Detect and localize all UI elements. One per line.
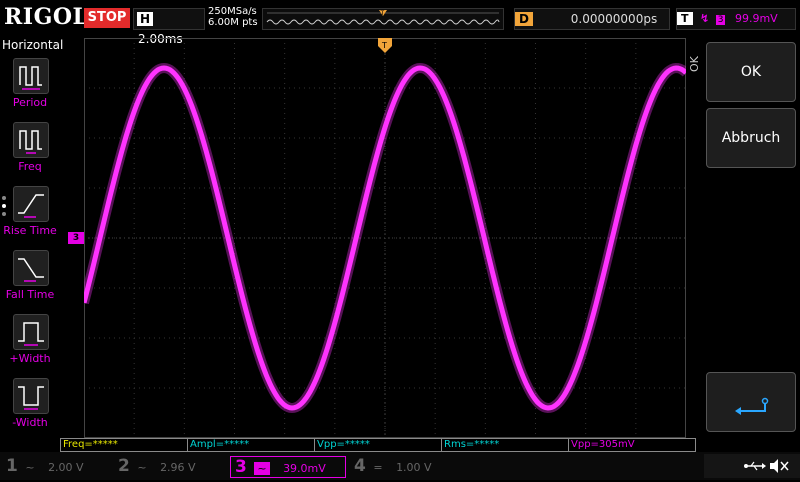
- menu-item-pos-width[interactable]: +Width: [0, 312, 60, 376]
- measurement-ampl[interactable]: Ampl=*****: [187, 438, 315, 452]
- waveform-display[interactable]: [79, 37, 690, 439]
- channel-scale: 2.96 V: [160, 461, 196, 474]
- trigger-edge-icon: ↯: [700, 12, 710, 25]
- rise-time-icon: [13, 186, 49, 222]
- channel-1[interactable]: 1 ~ 2.00 V: [2, 456, 114, 476]
- measurement-vpp2[interactable]: Vpp=305mV: [568, 438, 696, 452]
- menu-item-label: Period: [12, 96, 48, 109]
- enter-softkey[interactable]: [706, 372, 796, 432]
- channel-number: 1: [6, 456, 18, 476]
- measurement-text: Vpp=305mV: [571, 439, 635, 450]
- cancel-softkey[interactable]: Abbruch: [706, 108, 796, 168]
- menu-item-rise-time[interactable]: Rise Time: [0, 184, 60, 248]
- rigol-logo: RIGOL: [4, 4, 89, 30]
- measurement-text: Vpp=*****: [317, 439, 370, 450]
- trigger-level: 99.9mV: [734, 12, 778, 25]
- menu-item-label: +Width: [9, 352, 51, 365]
- channel-4[interactable]: 4 = 1.00 V: [350, 456, 462, 476]
- delay-value: 0.00000000ps: [570, 12, 658, 26]
- menu-item-label: -Width: [12, 416, 48, 429]
- measurement-rms[interactable]: Rms=*****: [441, 438, 569, 452]
- channel-scale: 39.0mV: [283, 462, 326, 475]
- acquisition-info: 250MSa/s 6.00M pts: [208, 6, 258, 28]
- coupling-icon: ~: [25, 461, 35, 474]
- menu-item-period[interactable]: Period: [0, 56, 60, 120]
- enter-icon: [735, 397, 769, 415]
- fall-time-icon: [13, 250, 49, 286]
- menu-item-fall-time[interactable]: Fall Time: [0, 248, 60, 312]
- measurement-text: Rms=*****: [444, 439, 500, 450]
- channel-number: 2: [118, 456, 130, 476]
- delay-label: D: [515, 12, 533, 26]
- svg-text:T: T: [381, 41, 387, 50]
- waveform-grid: [79, 37, 690, 439]
- speaker-muted-icon: [770, 459, 789, 473]
- channel-scale: 1.00 V: [396, 461, 432, 474]
- menu-item-label: Rise Time: [3, 224, 57, 237]
- pos-width-icon: [13, 314, 49, 350]
- trigger-position-waveform: T: [266, 10, 500, 25]
- delay-display[interactable]: D 0.00000000ps: [514, 8, 670, 30]
- measurement-bar: Freq=***** Ampl=***** Vpp=***** Rms=****…: [60, 438, 700, 452]
- menu-item-label: Freq: [18, 160, 42, 173]
- trigger-position-bar[interactable]: T: [262, 8, 504, 30]
- measure-menu: Horizontal Period Freq Rise Time Fall Ti…: [0, 36, 64, 436]
- menu-page-indicator: [2, 196, 6, 216]
- menu-title: Horizontal: [2, 38, 64, 52]
- measurement-text: Ampl=*****: [190, 439, 250, 450]
- channel-scale: 2.00 V: [48, 461, 84, 474]
- measurement-text: Freq=*****: [63, 439, 118, 450]
- run-stop-button[interactable]: STOP: [84, 8, 130, 28]
- memory-depth: 6.00M pts: [208, 17, 258, 28]
- svg-text:T: T: [380, 10, 385, 17]
- coupling-icon: ~: [254, 462, 270, 475]
- channel-3[interactable]: 3 ~ 39.0mV: [230, 456, 346, 478]
- sample-rate: 250MSa/s: [208, 6, 257, 17]
- channel3-offset-marker[interactable]: 3: [68, 232, 84, 244]
- usb-icon: [744, 461, 766, 471]
- horizontal-scale[interactable]: H 2.00ms: [133, 8, 205, 46]
- status-area: [704, 454, 800, 478]
- coupling-icon: ~: [137, 461, 147, 474]
- channel-bar: 1 ~ 2.00 V 2 ~ 2.96 V 3 ~ 39.0mV 4 = 1.0…: [0, 452, 800, 480]
- period-icon: [13, 58, 49, 94]
- trigger-time-marker[interactable]: T: [378, 38, 392, 58]
- horizontal-label: H: [137, 12, 154, 26]
- ok-side-label: OK: [688, 56, 701, 72]
- channel-2[interactable]: 2 ~ 2.96 V: [114, 456, 226, 476]
- trigger-display[interactable]: T ↯ 3 99.9mV: [676, 8, 796, 30]
- ok-softkey[interactable]: OK: [706, 42, 796, 102]
- ok-label: OK: [740, 64, 762, 80]
- menu-item-label: Fall Time: [5, 288, 55, 301]
- coupling-icon: =: [373, 461, 383, 474]
- trigger-label: T: [677, 12, 693, 25]
- menu-item-freq[interactable]: Freq: [0, 120, 60, 184]
- measurement-vpp1[interactable]: Vpp=*****: [314, 438, 442, 452]
- trigger-channel: 3: [715, 15, 726, 25]
- menu-item-neg-width[interactable]: -Width: [0, 376, 60, 440]
- top-bar: RIGOL STOP H 2.00ms 250MSa/s 6.00M pts T…: [0, 0, 800, 46]
- measurement-freq[interactable]: Freq=*****: [60, 438, 188, 452]
- cancel-label: Abbruch: [721, 130, 781, 146]
- neg-width-icon: [13, 378, 49, 414]
- channel-number: 4: [354, 456, 366, 476]
- freq-icon: [13, 122, 49, 158]
- channel-number: 3: [235, 457, 247, 477]
